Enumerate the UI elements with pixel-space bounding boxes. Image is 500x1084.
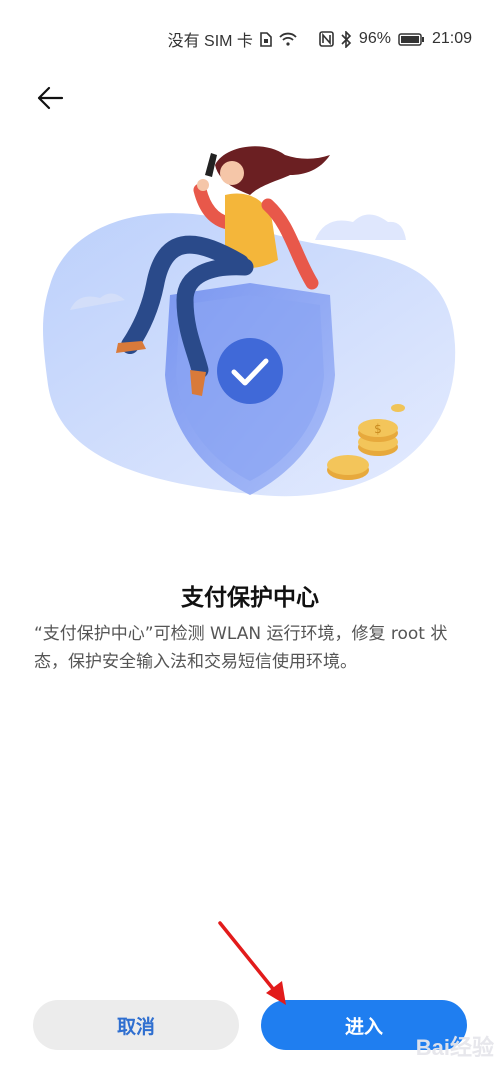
annotation-arrow-icon xyxy=(218,921,286,1005)
watermark-logo: Bai经验 xyxy=(415,1035,494,1060)
cancel-button[interactable]: 取消 xyxy=(33,1000,239,1050)
back-button[interactable] xyxy=(28,78,72,118)
payment-protection-illustration: $ xyxy=(43,146,456,497)
status-icons: 没有 SIM 卡 96% 21:09 xyxy=(168,27,472,51)
nfc-icon xyxy=(319,31,334,47)
svg-text:$: $ xyxy=(374,422,382,436)
bluetooth-icon xyxy=(341,30,352,48)
status-bar: 没有 SIM 卡 96% 21:09 xyxy=(0,0,500,70)
page-description: “支付保护中心”可检测 WLAN 运行环境，修复 root 状态，保护安全输入法… xyxy=(34,624,448,672)
sim-status-text: 没有 SIM 卡 xyxy=(167,33,253,50)
battery-percent: 96% xyxy=(358,30,391,47)
page-title: 支付保护中心 xyxy=(181,585,319,611)
sim-card-icon xyxy=(260,31,272,47)
battery-icon xyxy=(398,32,425,46)
back-arrow-icon xyxy=(37,86,64,110)
wifi-icon xyxy=(279,32,297,46)
clock: 21:09 xyxy=(431,30,472,47)
